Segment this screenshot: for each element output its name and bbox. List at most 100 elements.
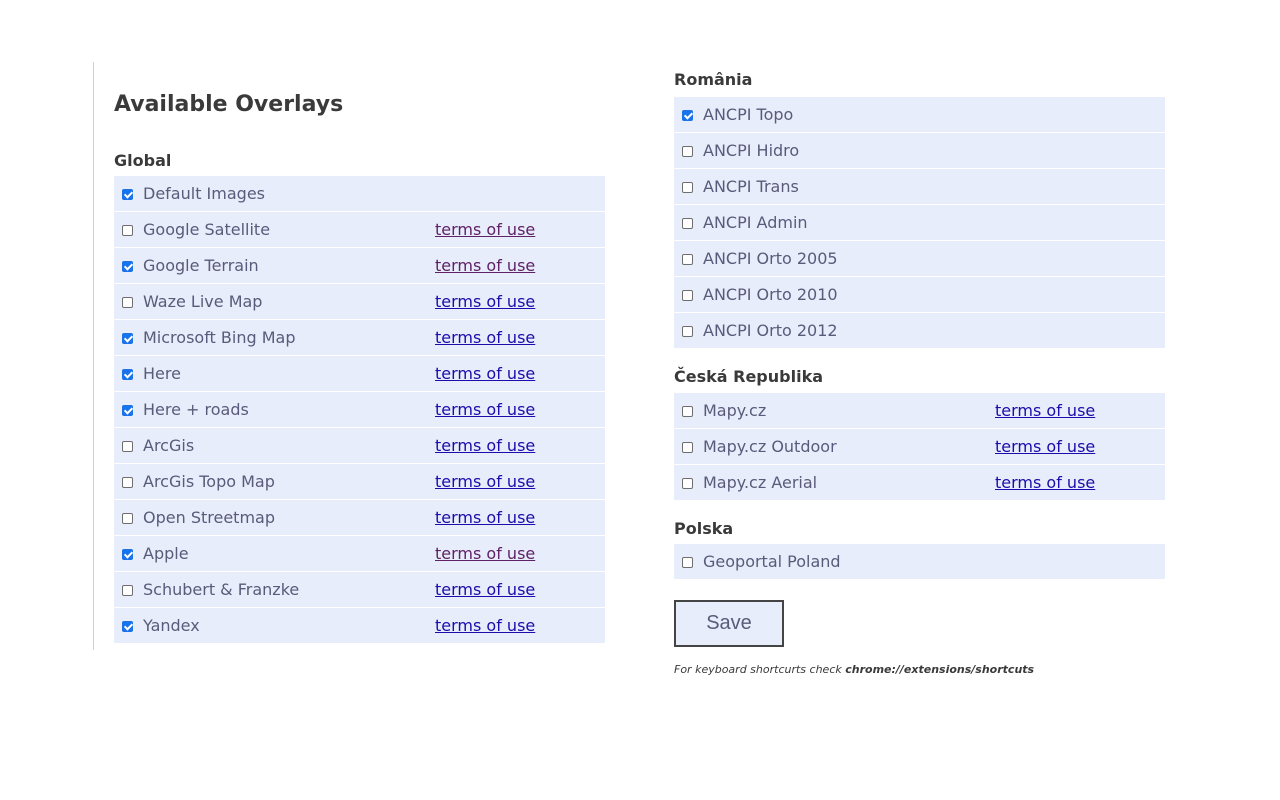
page-title: Available Overlays [114, 92, 344, 117]
overlay-row-arcgis-topo-map: ArcGis Topo Map terms of use [114, 464, 605, 499]
overlay-checkbox[interactable] [122, 189, 133, 200]
terms-of-use-link[interactable]: terms of use [435, 392, 535, 427]
overlay-label[interactable]: Microsoft Bing Map [143, 328, 295, 347]
overlay-label[interactable]: Here [143, 364, 181, 383]
overlay-checkbox[interactable] [122, 549, 133, 560]
overlay-label[interactable]: ArcGis Topo Map [143, 472, 275, 491]
overlay-row-here-roads: Here + roads terms of use [114, 392, 605, 427]
overlay-checkbox[interactable] [122, 585, 133, 596]
overlay-checkbox[interactable] [122, 369, 133, 380]
overlay-row-ancpi-hidro: ANCPI Hidro [674, 133, 1165, 168]
overlay-checkbox[interactable] [682, 110, 693, 121]
overlay-checkbox[interactable] [122, 261, 133, 272]
overlay-row-schubert-franzke: Schubert & Franzke terms of use [114, 572, 605, 607]
overlay-checkbox[interactable] [682, 218, 693, 229]
terms-of-use-link[interactable]: terms of use [995, 465, 1095, 500]
overlay-row-mapy-cz: Mapy.cz terms of use [674, 393, 1165, 428]
overlay-label[interactable]: Apple [143, 544, 189, 563]
terms-of-use-link[interactable]: terms of use [435, 428, 535, 463]
overlay-list-polska: Geoportal Poland [674, 544, 1165, 579]
overlay-checkbox[interactable] [682, 406, 693, 417]
overlay-row-ancpi-orto-2012: ANCPI Orto 2012 [674, 313, 1165, 348]
overlay-label[interactable]: ANCPI Hidro [703, 141, 799, 160]
terms-of-use-link[interactable]: terms of use [435, 284, 535, 319]
left-divider [93, 62, 94, 650]
overlay-row-ancpi-orto-2005: ANCPI Orto 2005 [674, 241, 1165, 276]
terms-of-use-link[interactable]: terms of use [995, 429, 1095, 464]
overlay-label[interactable]: ANCPI Orto 2010 [703, 285, 838, 304]
overlay-label[interactable]: Mapy.cz [703, 401, 766, 420]
overlay-checkbox[interactable] [122, 333, 133, 344]
overlay-label[interactable]: Google Satellite [143, 220, 270, 239]
terms-of-use-link[interactable]: terms of use [435, 212, 535, 247]
terms-of-use-link[interactable]: terms of use [435, 464, 535, 499]
overlay-row-waze-live-map: Waze Live Map terms of use [114, 284, 605, 319]
overlay-row-default-images: Default Images [114, 176, 605, 211]
left-column: Available Overlays Global Default Images… [114, 88, 605, 643]
terms-of-use-link[interactable]: terms of use [435, 536, 535, 571]
overlay-row-ancpi-admin: ANCPI Admin [674, 205, 1165, 240]
overlay-checkbox[interactable] [682, 326, 693, 337]
overlay-checkbox[interactable] [682, 478, 693, 489]
keyboard-shortcuts-note: For keyboard shortcurts check chrome://e… [674, 663, 1165, 676]
overlay-label[interactable]: Default Images [143, 184, 265, 203]
save-button[interactable]: Save [674, 600, 784, 647]
overlay-label[interactable]: ANCPI Admin [703, 213, 808, 232]
overlay-row-apple: Apple terms of use [114, 536, 605, 571]
overlay-row-microsoft-bing-map: Microsoft Bing Map terms of use [114, 320, 605, 355]
terms-of-use-link[interactable]: terms of use [995, 393, 1095, 428]
overlay-list-czech: Mapy.cz terms of use Mapy.cz Outdoor terms … [674, 393, 1165, 500]
overlay-checkbox[interactable] [122, 513, 133, 524]
overlay-label[interactable]: ArcGis [143, 436, 194, 455]
overlay-row-mapy-cz-aerial: Mapy.cz Aerial terms of use [674, 465, 1165, 500]
overlay-label[interactable]: Geoportal Poland [703, 552, 841, 571]
overlay-row-ancpi-orto-2010: ANCPI Orto 2010 [674, 277, 1165, 312]
overlay-checkbox[interactable] [682, 557, 693, 568]
overlay-row-yandex: Yandex terms of use [114, 608, 605, 643]
overlay-checkbox[interactable] [122, 405, 133, 416]
overlay-list-romania: ANCPI Topo ANCPI Hidro ANCPI Trans ANCPI Ad… [674, 97, 1165, 348]
overlay-checkbox[interactable] [682, 254, 693, 265]
overlay-row-open-streetmap: Open Streetmap terms of use [114, 500, 605, 535]
overlay-label[interactable]: Here + roads [143, 400, 249, 419]
overlay-checkbox[interactable] [122, 225, 133, 236]
footnote-text: For keyboard shortcurts check [674, 663, 842, 676]
overlay-list-global: Default Images Google Satellite terms of u… [114, 176, 605, 643]
right-column: România ANCPI Topo ANCPI Hidro ANCPI Trans… [674, 68, 1165, 676]
overlay-label[interactable]: Open Streetmap [143, 508, 275, 527]
overlay-label[interactable]: Google Terrain [143, 256, 259, 275]
overlay-label[interactable]: ANCPI Topo [703, 105, 793, 124]
section-title-romania: România [674, 70, 753, 89]
terms-of-use-link[interactable]: terms of use [435, 320, 535, 355]
terms-of-use-link[interactable]: terms of use [435, 572, 535, 607]
shortcuts-url: chrome://extensions/shortcuts [845, 663, 1035, 676]
overlay-label[interactable]: ANCPI Orto 2012 [703, 321, 838, 340]
overlay-checkbox[interactable] [122, 477, 133, 488]
overlay-checkbox[interactable] [122, 621, 133, 632]
overlay-checkbox[interactable] [682, 290, 693, 301]
overlay-label[interactable]: Mapy.cz Aerial [703, 473, 817, 492]
overlay-checkbox[interactable] [682, 442, 693, 453]
overlay-label[interactable]: ANCPI Orto 2005 [703, 249, 838, 268]
overlay-checkbox[interactable] [122, 441, 133, 452]
terms-of-use-link[interactable]: terms of use [435, 500, 535, 535]
overlay-label[interactable]: Yandex [143, 616, 200, 635]
overlay-row-google-satellite: Google Satellite terms of use [114, 212, 605, 247]
terms-of-use-link[interactable]: terms of use [435, 248, 535, 283]
terms-of-use-link[interactable]: terms of use [435, 356, 535, 391]
overlay-row-here: Here terms of use [114, 356, 605, 391]
terms-of-use-link[interactable]: terms of use [435, 608, 535, 643]
overlay-checkbox[interactable] [682, 182, 693, 193]
overlay-row-google-terrain: Google Terrain terms of use [114, 248, 605, 283]
overlay-checkbox[interactable] [122, 297, 133, 308]
overlay-label[interactable]: Schubert & Franzke [143, 580, 299, 599]
overlay-row-arcgis: ArcGis terms of use [114, 428, 605, 463]
overlay-label[interactable]: Mapy.cz Outdoor [703, 437, 837, 456]
overlay-row-mapy-cz-outdoor: Mapy.cz Outdoor terms of use [674, 429, 1165, 464]
overlay-row-ancpi-trans: ANCPI Trans [674, 169, 1165, 204]
overlay-checkbox[interactable] [682, 146, 693, 157]
overlay-row-geoportal-poland: Geoportal Poland [674, 544, 1165, 579]
overlay-label[interactable]: Waze Live Map [143, 292, 262, 311]
section-title-czech: Česká Republika [674, 367, 823, 386]
overlay-label[interactable]: ANCPI Trans [703, 177, 799, 196]
